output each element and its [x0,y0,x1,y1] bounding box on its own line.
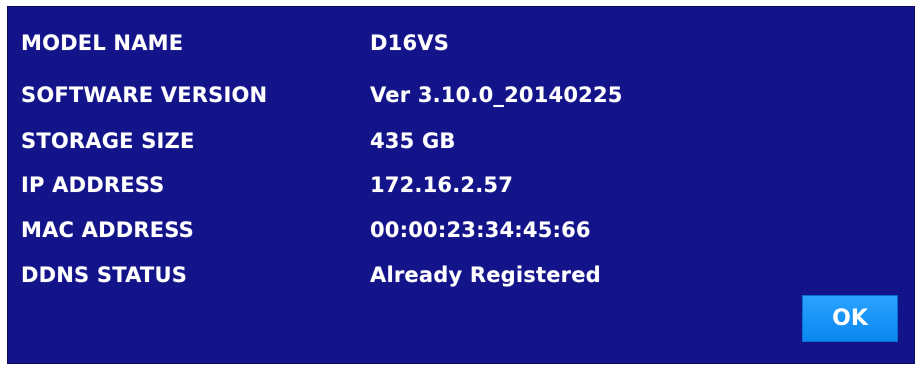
info-row-ip-address: IP ADDRESS 172.16.2.57 [21,170,901,200]
mac-address-label: MAC ADDRESS [21,218,195,242]
system-info-screen: MODEL NAME D16VS SOFTWARE VERSION Ver 3.… [0,0,922,372]
software-version-value: Ver 3.10.0_20140225 [370,83,623,107]
ddns-status-value: Already Registered [370,263,601,287]
storage-size-label: STORAGE SIZE [21,129,195,153]
info-row-storage-size: STORAGE SIZE 435 GB [21,126,901,156]
ip-address-value: 172.16.2.57 [370,173,514,197]
mac-address-value: 00:00:23:34:45:66 [370,218,591,242]
info-row-model-name: MODEL NAME D16VS [21,28,901,58]
model-name-value: D16VS [370,31,450,55]
ddns-status-label: DDNS STATUS [21,263,188,287]
storage-size-value: 435 GB [370,129,456,153]
model-name-label: MODEL NAME [21,31,184,55]
ip-address-label: IP ADDRESS [21,173,165,197]
system-info-panel: MODEL NAME D16VS SOFTWARE VERSION Ver 3.… [7,6,915,364]
software-version-label: SOFTWARE VERSION [21,83,268,107]
ok-button[interactable]: OK [802,295,898,342]
info-row-software-version: SOFTWARE VERSION Ver 3.10.0_20140225 [21,80,901,110]
info-row-ddns-status: DDNS STATUS Already Registered [21,260,901,290]
info-row-mac-address: MAC ADDRESS 00:00:23:34:45:66 [21,215,901,245]
